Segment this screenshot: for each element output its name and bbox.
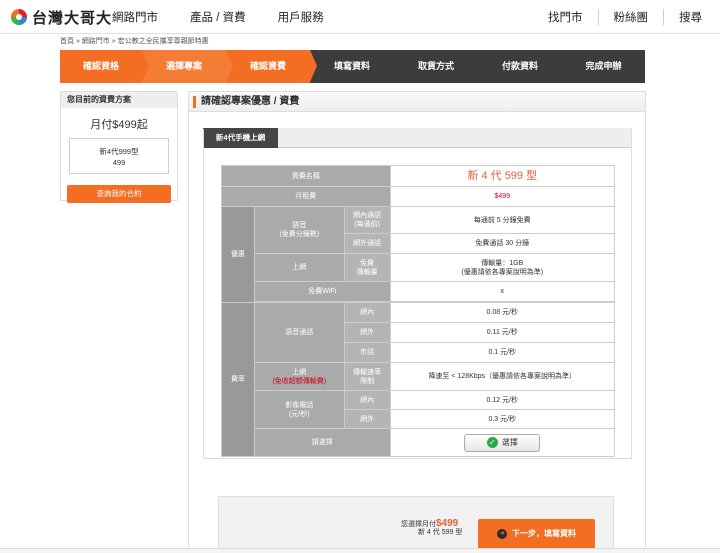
nav-fan-page[interactable]: 粉絲團	[614, 9, 649, 25]
select-plan-button[interactable]: ✓ 選擇	[464, 433, 541, 452]
step-fill-data: 填寫資料	[333, 61, 370, 71]
data-free-label: 免費 傳輸量	[343, 253, 391, 282]
nav-divider	[597, 9, 599, 25]
video-call-label: 影像電話 (元/秒)	[253, 390, 345, 429]
plan-name-value: 新 4 代 599 型	[389, 165, 616, 187]
select-cell: ✓ 選擇	[389, 428, 616, 457]
step-confirm-rate: 確認資費	[226, 50, 317, 83]
rate-data-speed-value: 降速至 < 128Kbps（優惠請依各專案說明為準）	[389, 362, 616, 391]
select-plan-button-label: 選擇	[501, 437, 518, 447]
step-complete: 完成申辦	[585, 61, 622, 71]
breadcrumb[interactable]: 首頁 » 網路門市 » 宏公教之全民攜享尊親節特惠	[60, 36, 209, 46]
arrow-right-icon: ➜	[497, 528, 507, 539]
offnet-call-label: 網外通話	[343, 233, 391, 254]
nav-find-store[interactable]: 找門市	[548, 9, 583, 25]
main-panel: 請確認專案優惠 / 資費 新4代手機上網 資費名稱 新 4 代 599 型 月租…	[188, 91, 646, 553]
free-wifi-label: 免費WiFi	[253, 281, 391, 302]
free-wifi-value: x	[389, 281, 616, 302]
page-title: 請確認專案優惠 / 資費	[189, 92, 645, 112]
nav-online-store[interactable]: 網路門市	[112, 9, 158, 25]
summary-amount: $499	[436, 518, 459, 529]
nav-products[interactable]: 產品 / 資費	[190, 9, 246, 25]
current-plan-panel: 您目前的資費方案 月付$499起 新4代999型 499 查詢我的合約	[60, 91, 178, 203]
data-label: 上網	[253, 253, 345, 282]
onnet-call-label: 網內通話 (每通前)	[343, 206, 391, 234]
rate-offnet-value: 0.11 元/秒	[389, 322, 616, 343]
video-onnet-label: 網內	[343, 390, 391, 410]
top-navigation-bar: 台灣大哥大 網路門市 產品 / 資費 用戶服務 找門市 粉絲團 搜尋	[0, 0, 720, 34]
step-payment: 付款資料	[501, 61, 538, 71]
rate-data-speed-label: 傳輸速率 限制	[343, 362, 391, 391]
current-plan-heading: 您目前的資費方案	[61, 92, 177, 108]
brand-name: 台灣大哥大	[32, 9, 113, 27]
onnet-call-value: 每通前 5 分鐘免費	[389, 206, 616, 234]
step-confirm-eligibility: 確認資格	[60, 50, 149, 83]
step-pickup-method: 取貨方式	[417, 61, 454, 71]
rate-offnet-label: 網外	[343, 322, 391, 343]
voice-free-label: 語音 (免費分鐘數)	[253, 206, 345, 254]
rate-onnet-value: 0.08 元/秒	[389, 302, 616, 323]
brand-logo[interactable]: 台灣大哥大	[10, 7, 112, 27]
video-onnet-value: 0.12 元/秒	[389, 390, 616, 410]
plan-name-label: 資費名稱	[221, 165, 391, 187]
step-select-plan: 選擇專案	[142, 50, 233, 83]
monthly-fee-label: 月租費	[221, 186, 391, 207]
check-contract-button[interactable]: 查詢我的合約	[67, 185, 171, 203]
monthly-fee-value: $499	[389, 186, 616, 207]
nav-customer-service[interactable]: 用戶服務	[278, 9, 324, 25]
offnet-call-value: 免費通話 30 分鐘	[389, 233, 616, 254]
discount-label: 優惠	[221, 206, 255, 303]
check-icon: ✓	[486, 436, 498, 448]
rate-data-cell: 上網 (免收超額傳輸費)	[253, 362, 345, 391]
rate-data-label: 上網	[292, 368, 307, 376]
order-summary-text: 您選擇月付$499 新 4 代 599 型	[401, 518, 463, 537]
progress-steps: 確認資格 選擇專案 確認資費 填寫資料 取貨方式 付款資料 完成申辦	[60, 50, 645, 83]
rate-label: 費率	[221, 302, 255, 457]
rate-local-label: 市話	[343, 342, 391, 363]
nav-divider	[663, 9, 664, 25]
summary-plan: 新 4 代 599 型	[418, 529, 463, 536]
select-label: 請選擇	[253, 428, 391, 457]
video-offnet-value: 0.3 元/秒	[389, 409, 616, 429]
bottom-bar	[0, 548, 720, 553]
rate-data-note: (免收超額傳輸費)	[272, 377, 327, 385]
summary-prefix: 您選擇月付	[401, 521, 436, 528]
current-plan-value: 499	[112, 158, 126, 167]
current-plan-price: 月付$499起	[90, 119, 148, 131]
rate-local-value: 0.1 元/秒	[389, 342, 616, 363]
plan-spec-table: 資費名稱 新 4 代 599 型 月租費 $499 優惠 語音 (免費分鐘數) …	[221, 165, 616, 457]
nav-search[interactable]: 搜尋	[679, 9, 702, 25]
next-step-button-label: 下一步，填寫資料	[512, 529, 576, 538]
voice-call-label: 語音通話	[253, 302, 345, 363]
data-free-value: 傳輸量：1GB (優惠請依各專案說明為準)	[389, 253, 616, 282]
rate-onnet-label: 網內	[343, 302, 391, 323]
video-offnet-label: 網外	[343, 409, 391, 429]
current-plan-box: 新4代999型 499	[69, 138, 169, 174]
next-step-button[interactable]: ➜ 下一步，填寫資料	[478, 519, 595, 549]
brand-logo-icon	[11, 9, 27, 25]
current-plan-name: 新4代999型	[99, 147, 139, 156]
